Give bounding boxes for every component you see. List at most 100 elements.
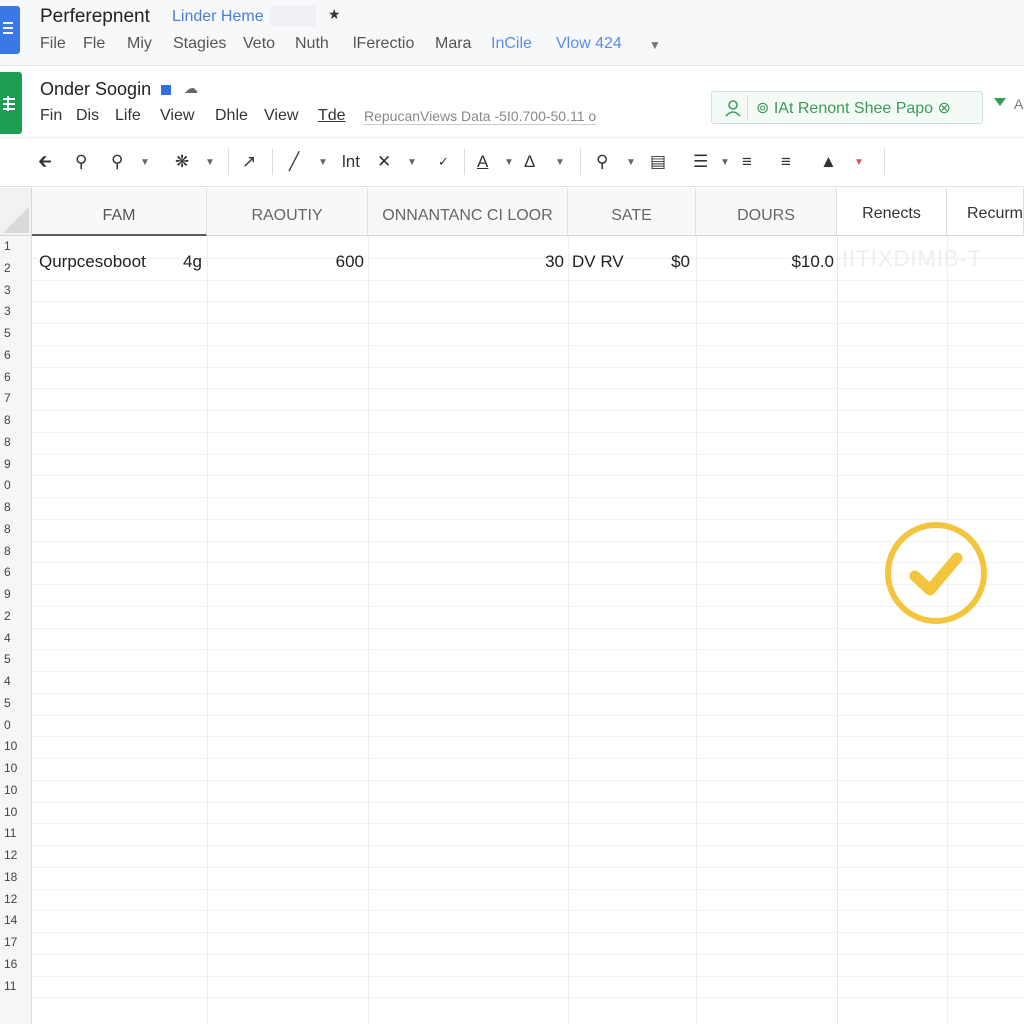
column-header-dours[interactable]: DOURS xyxy=(696,188,837,236)
cell-a2[interactable]: Qurpcesoboot xyxy=(39,252,146,272)
column-header-sate[interactable]: SATE xyxy=(568,188,696,236)
menu-item-file[interactable]: File xyxy=(40,35,66,53)
row-number[interactable]: 14 xyxy=(0,913,30,927)
menu-item-view[interactable]: View xyxy=(160,107,194,125)
extra-menu-label[interactable]: A xyxy=(1014,96,1023,112)
row-number[interactable]: 11 xyxy=(0,826,30,840)
find-icon[interactable]: ⚲ xyxy=(596,151,608,173)
cell-b2[interactable]: 600 xyxy=(207,252,364,272)
row-number[interactable]: 8 xyxy=(0,413,30,427)
int-label[interactable]: lnt xyxy=(342,151,360,173)
last-edit-note[interactable]: RepucanViews Data -5I0.700-50.11 o xyxy=(364,108,597,125)
row-number[interactable]: 10 xyxy=(0,739,30,753)
row-number[interactable]: 8 xyxy=(0,435,30,449)
column-header-fam[interactable]: FAM xyxy=(32,188,207,236)
row-number[interactable]: 2 xyxy=(0,609,30,623)
chevron-down-icon[interactable]: ▼ xyxy=(649,38,661,52)
row-number[interactable]: 5 xyxy=(0,696,30,710)
menu-item-veto[interactable]: Veto xyxy=(243,35,275,53)
menu-item-dhle[interactable]: Dhle xyxy=(215,107,248,125)
gear-dropdown-icon[interactable]: ▼ xyxy=(205,152,215,174)
row-number[interactable]: 8 xyxy=(0,522,30,536)
select-all-corner[interactable] xyxy=(0,188,32,236)
cell-d2[interactable]: DV RV xyxy=(572,252,624,272)
menu-item-view-424[interactable]: Vlow 424 xyxy=(556,35,622,53)
row-number[interactable]: 0 xyxy=(0,718,30,732)
share-button[interactable]: ⊚ IAt Renont Shee Papo ⊗ xyxy=(756,98,951,118)
close-dropdown-icon[interactable]: ▼ xyxy=(407,152,417,174)
menu-item-view-2[interactable]: View xyxy=(264,107,298,125)
star-icon[interactable] xyxy=(161,85,171,95)
row-number[interactable]: 8 xyxy=(0,500,30,514)
row-number[interactable]: 5 xyxy=(0,652,30,666)
menu-item-stagies[interactable]: Stagies xyxy=(173,35,226,53)
row-number[interactable]: 6 xyxy=(0,370,30,384)
document-title[interactable]: Perferepnent xyxy=(40,6,150,28)
docs-app-icon[interactable] xyxy=(0,6,20,54)
row-number[interactable]: 9 xyxy=(0,457,30,471)
row-number[interactable]: 5 xyxy=(0,326,30,340)
list-icon[interactable]: ≡ xyxy=(742,151,752,173)
fill-icon[interactable]: ▲ xyxy=(820,151,837,173)
sheet-title[interactable]: Onder Soogin xyxy=(40,79,151,100)
cell-e2[interactable]: $10.0 xyxy=(696,252,834,272)
back-icon[interactable]: 🡰 xyxy=(38,151,52,173)
menu-item-dis[interactable]: Dis xyxy=(76,107,99,125)
row-number[interactable]: 3 xyxy=(0,304,30,318)
menu-item-lferectio[interactable]: lFerectio xyxy=(353,35,414,53)
search-icon[interactable]: ⚲ xyxy=(111,151,123,173)
check-small-icon[interactable]: ✓ xyxy=(438,151,449,173)
menu-item-fin[interactable]: Fin xyxy=(40,107,62,125)
row-number[interactable]: 12 xyxy=(0,848,30,862)
row-number[interactable]: 4 xyxy=(0,674,30,688)
share-dropdown-icon[interactable] xyxy=(994,98,1006,106)
row-number[interactable]: 10 xyxy=(0,805,30,819)
align-dropdown-icon[interactable]: ▼ xyxy=(720,152,730,174)
row-number[interactable]: 9 xyxy=(0,587,30,601)
row-number[interactable]: 10 xyxy=(0,761,30,775)
row-number[interactable]: 1 xyxy=(0,239,30,253)
pen-dropdown-icon[interactable]: ▼ xyxy=(318,152,328,174)
row-number[interactable]: 8 xyxy=(0,544,30,558)
menu-item-incile[interactable]: InCile xyxy=(491,35,532,53)
cell-d2-amount[interactable]: $0 xyxy=(640,252,690,272)
column-header-renects[interactable]: Renects xyxy=(837,188,947,236)
share-person-button[interactable] xyxy=(718,95,748,120)
row-number[interactable]: 10 xyxy=(0,783,30,797)
menu-item-nuth[interactable]: Nuth xyxy=(295,35,329,53)
search-dropdown-icon[interactable]: ▼ xyxy=(140,152,150,174)
row-number[interactable]: 2 xyxy=(0,261,30,275)
row-number[interactable]: 16 xyxy=(0,957,30,971)
menu-item-tde[interactable]: Tde xyxy=(318,107,346,125)
row-number[interactable]: 4 xyxy=(0,631,30,645)
sheets-app-icon[interactable] xyxy=(0,72,22,134)
align-icon[interactable]: ☰ xyxy=(693,151,708,173)
row-number[interactable]: 0 xyxy=(0,478,30,492)
row-number[interactable]: 7 xyxy=(0,391,30,405)
font-dropdown-icon[interactable]: ▼ xyxy=(555,152,565,174)
cell-c2[interactable]: 30 xyxy=(368,252,564,272)
fill-dropdown-icon[interactable]: ▼ xyxy=(854,152,864,174)
row-number[interactable]: 3 xyxy=(0,283,30,297)
text-color-dropdown-icon[interactable]: ▼ xyxy=(504,152,514,174)
font-icon[interactable]: Δ xyxy=(524,151,535,173)
row-number[interactable]: 6 xyxy=(0,565,30,579)
menu-item-miy[interactable]: Miy xyxy=(127,35,152,53)
row-number[interactable]: 6 xyxy=(0,348,30,362)
row-number[interactable]: 17 xyxy=(0,935,30,949)
close-icon[interactable]: ✕ xyxy=(377,151,391,173)
find-dropdown-icon[interactable]: ▼ xyxy=(626,152,636,174)
gear-icon[interactable]: ❋ xyxy=(175,151,189,173)
column-header-recurm[interactable]: Recurm xyxy=(947,188,1024,236)
pin-icon[interactable]: ★ xyxy=(328,6,341,23)
menu-item-fle[interactable]: Fle xyxy=(83,35,105,53)
image-icon[interactable]: ▤ xyxy=(650,151,666,173)
zoom-icon[interactable]: ⚲ xyxy=(75,151,87,173)
row-number[interactable]: 18 xyxy=(0,870,30,884)
column-header-onnantanc[interactable]: ONNANTANC CI LOOR xyxy=(368,188,568,236)
row-number[interactable]: 11 xyxy=(0,979,30,993)
text-color-icon[interactable]: A xyxy=(477,151,488,173)
lines-icon[interactable]: ≡ xyxy=(781,151,791,173)
arrow-icon[interactable]: ↗ xyxy=(242,151,256,173)
menu-item-life[interactable]: Life xyxy=(115,107,141,125)
